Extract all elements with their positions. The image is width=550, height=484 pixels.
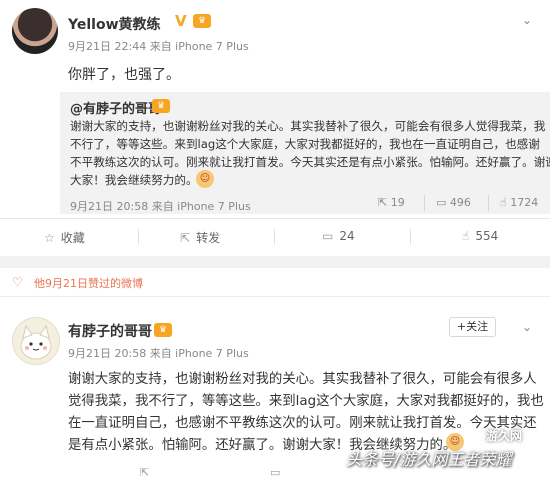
like-count[interactable]: ☝ 1724	[500, 196, 538, 209]
post-text-line: 觉得我菜，我不行了，等等这些。来到lag这个大家庭，大家对我都挺好的，我也	[68, 394, 544, 409]
repost-text-line: 大家！我会继续努力的。	[70, 173, 198, 187]
post-action-bar: ☆ 收藏 ⇱ 转发 ▭ 24 ☝ 554	[0, 218, 550, 255]
post-text-line: 在一直证明自己，也感谢不平教练这次的认可。刚来就让我打首发。今天其实还	[68, 416, 537, 431]
chevron-down-icon[interactable]: ⌄	[522, 14, 534, 26]
repost-meta: 9月21日 20:58 来自 iPhone 7 Plus	[70, 200, 251, 213]
comment-label: 24	[339, 229, 355, 243]
divider	[488, 195, 489, 211]
star-icon: ☆	[44, 231, 55, 245]
repost-icon: ⇱	[180, 231, 191, 245]
comment-count-value: 496	[449, 196, 471, 209]
repost-text-line: 不平教练这次的认可。刚来就让我打首发。今天其实还是有点小紧张。怕输阿。还好赢了。…	[70, 155, 550, 169]
chevron-down-icon[interactable]: ⌄	[522, 321, 534, 333]
repost-count[interactable]: ⇱ 19	[378, 196, 405, 209]
divider	[274, 229, 275, 245]
divider	[424, 195, 425, 211]
vip-level-icon[interactable]: ♛	[193, 14, 211, 28]
comment-count[interactable]: ▭ 496	[436, 196, 471, 209]
reposted-weibo[interactable]: @有脖子的哥哥 ♛ 谢谢大家的支持，也谢谢粉丝对我的关心。其实我替补了很久，可能…	[60, 92, 550, 214]
repost-count-value: 19	[390, 196, 405, 209]
repost-label: 转发	[196, 231, 221, 245]
comment-icon[interactable]: ▭	[270, 466, 280, 479]
cat-avatar-icon	[20, 324, 52, 360]
repost-text-line: 不行了，等等这些。来到lag这个大家庭，大家对我都挺好的，我也在一直证明自己，也…	[70, 137, 540, 151]
repost-text-line: 谢谢大家的支持，也谢谢粉丝对我的关心。其实我替补了很久，可能会有很多人觉得我菜，…	[70, 119, 546, 133]
repost-button[interactable]: ⇱ 转发	[180, 229, 220, 246]
watermark-text: 头条号/游久网王者荣耀	[346, 450, 512, 469]
repost-icon[interactable]: ⇱	[140, 466, 149, 479]
thumbs-up-icon: ☝	[500, 196, 507, 209]
comment-button[interactable]: ▭ 24	[322, 229, 355, 243]
thumbs-up-icon: ☝	[462, 229, 470, 243]
post-meta: 9月21日 20:58 来自 iPhone 7 Plus	[68, 347, 249, 360]
weibo-post-coach: Yellow黄教练 V ♛ ⌄ 9月21日 22:44 来自 iPhone 7 …	[0, 0, 550, 256]
verified-icon: V	[175, 12, 187, 30]
follow-button[interactable]: +关注	[449, 317, 496, 337]
favorite-button[interactable]: ☆ 收藏	[44, 229, 85, 246]
vip-level-icon[interactable]: ♛	[154, 323, 172, 337]
author-avatar[interactable]	[12, 317, 60, 365]
like-count-value: 1724	[510, 196, 539, 209]
watermark-logo: 游久网	[486, 429, 523, 443]
like-button[interactable]: ☝ 554	[462, 229, 498, 243]
author-name[interactable]: 有脖子的哥哥	[68, 321, 152, 341]
heart-icon: ♡	[12, 275, 23, 289]
post-meta: 9月21日 22:44 来自 iPhone 7 Plus	[68, 40, 249, 53]
divider	[138, 229, 139, 245]
post-text: 你胖了，也强了。	[68, 67, 180, 83]
like-label: 554	[475, 229, 499, 243]
emoji-icon: ☺	[196, 170, 214, 188]
liked-weibo-notice: ♡ 他9月21日赞过的微博	[0, 268, 550, 297]
comment-icon: ▭	[436, 196, 447, 209]
liked-notice-text[interactable]: 他9月21日赞过的微博	[34, 275, 143, 291]
repost-icon: ⇱	[378, 196, 388, 209]
repost-author-link[interactable]: @有脖子的哥哥	[70, 98, 161, 117]
divider	[410, 229, 411, 245]
author-avatar[interactable]	[12, 8, 58, 54]
favorite-label: 收藏	[60, 231, 85, 245]
author-name[interactable]: Yellow黄教练	[68, 14, 161, 34]
comment-icon: ▭	[322, 229, 334, 243]
post-text-line: 谢谢大家的支持，也谢谢粉丝对我的关心。其实我替补了很久，可能会有很多人	[68, 372, 537, 387]
vip-level-icon[interactable]: ♛	[152, 99, 170, 113]
